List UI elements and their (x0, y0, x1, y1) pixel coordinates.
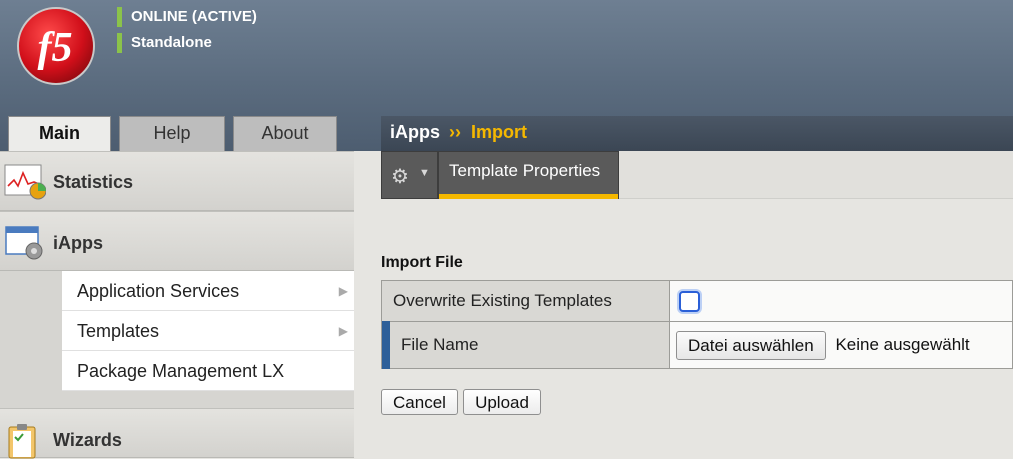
upload-button[interactable]: Upload (463, 389, 541, 415)
submenu-item-label: Package Management LX (77, 361, 285, 381)
submenu-item-package-management-lx[interactable]: Package Management LX (62, 351, 354, 391)
status-standalone: Standalone (117, 33, 212, 53)
sidebar-item-label: iApps (53, 233, 104, 253)
section-title: Import File (381, 254, 463, 271)
breadcrumb-separator: ›› (449, 122, 461, 142)
choose-file-button[interactable]: Datei auswählen (676, 330, 826, 360)
cancel-button[interactable]: Cancel (381, 389, 458, 415)
iapps-gear-window-icon (5, 226, 43, 260)
wizards-clipboard-icon (8, 424, 36, 459)
sidebar: Statistics iApps Application Services ▶ … (0, 151, 354, 459)
caret-down-icon: ▼ (419, 167, 430, 179)
f5-logo: f5 (17, 7, 95, 85)
file-status-text: Keine ausgewählt (835, 335, 970, 354)
table-row: Overwrite Existing Templates (381, 280, 1013, 322)
file-name-value-cell: Datei auswählen Keine ausgewählt (669, 321, 1013, 369)
chevron-right-icon: ▶ (338, 324, 348, 338)
chevron-right-icon: ▶ (338, 284, 348, 298)
breadcrumb: iApps ›› Import (381, 116, 1013, 151)
sidebar-item-label: Statistics (53, 172, 134, 192)
import-form-table: Overwrite Existing Templates File Name D… (381, 280, 1013, 370)
sidebar-item-wizards[interactable]: Wizards (0, 408, 354, 459)
submenu-item-application-services[interactable]: Application Services ▶ (62, 271, 354, 311)
tab-template-properties[interactable]: Template Properties (438, 151, 619, 199)
sidebar-item-iapps[interactable]: iApps (0, 211, 354, 271)
gear-icon: ⚙ (391, 166, 409, 188)
status-online: ONLINE (ACTIVE) (117, 7, 257, 27)
breadcrumb-current: Import (471, 122, 527, 142)
svg-text:f5: f5 (38, 25, 73, 71)
submenu-item-label: Templates (77, 321, 160, 341)
tab-main[interactable]: Main (8, 116, 111, 153)
overwrite-label: Overwrite Existing Templates (381, 280, 670, 322)
iapps-submenu: Application Services ▶ Templates ▶ Packa… (62, 271, 354, 391)
submenu-item-templates[interactable]: Templates ▶ (62, 311, 354, 351)
tab-help[interactable]: Help (119, 116, 225, 151)
sidebar-item-statistics[interactable]: Statistics (0, 151, 354, 211)
overwrite-value-cell (669, 280, 1013, 322)
settings-menu-button[interactable]: ⚙ ▼ (381, 151, 438, 199)
overwrite-checkbox[interactable] (679, 290, 700, 312)
tab-about[interactable]: About (233, 116, 337, 151)
subnav-bar (619, 151, 1013, 199)
file-name-label: File Name (381, 321, 670, 370)
table-row: File Name Datei auswählen Keine ausgewäh… (381, 321, 1013, 370)
sidebar-item-label: Wizards (53, 430, 122, 450)
sub-navigation: ⚙ ▼ Template Properties (381, 151, 1013, 199)
breadcrumb-parent[interactable]: iApps (390, 116, 440, 149)
statistics-chart-icon (4, 164, 46, 200)
submenu-item-label: Application Services (77, 281, 240, 301)
